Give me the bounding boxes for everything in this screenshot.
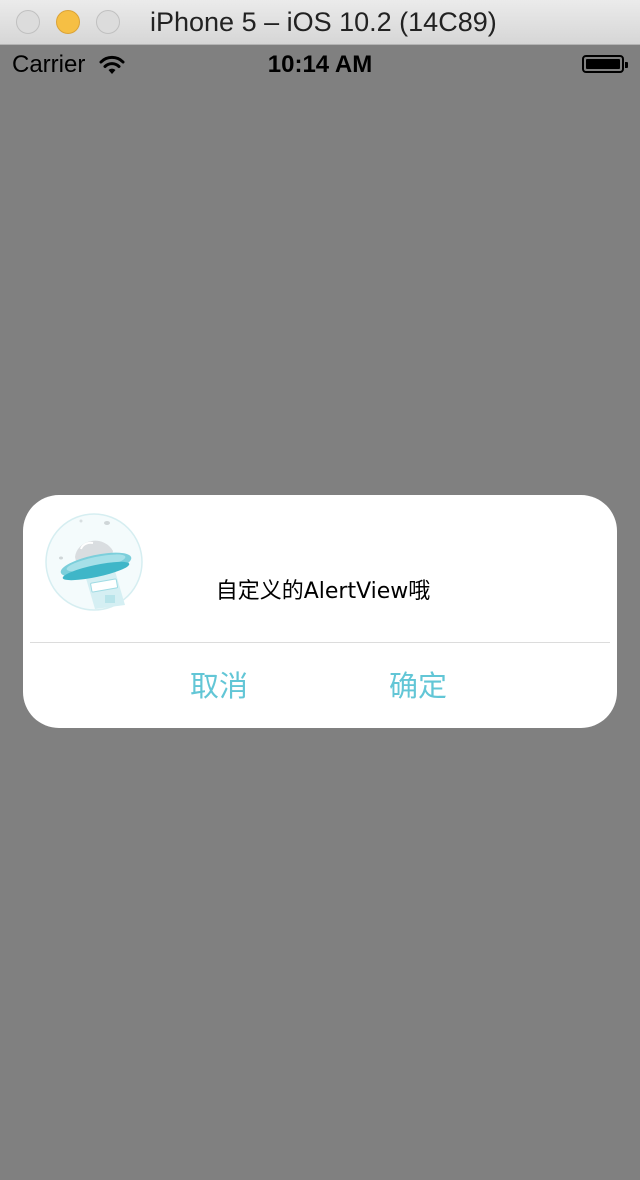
close-icon[interactable] [16,10,40,34]
ufo-illustration-icon [45,513,143,611]
window-title: iPhone 5 – iOS 10.2 (14C89) [150,7,497,37]
status-time: 10:14 AM [267,51,373,78]
zoom-icon[interactable] [96,10,120,34]
cancel-button[interactable]: 取消 [190,663,248,705]
battery-icon [582,55,628,73]
custom-alert-view: 自定义的AlertView哦 取消 确定 [23,495,617,728]
simulator-title-bar: iPhone 5 – iOS 10.2 (14C89) [0,0,640,45]
status-bar: Carrier 10:14 AM [0,45,640,85]
alert-message: 自定义的AlertView哦 [215,579,431,604]
minimize-icon[interactable] [56,10,80,34]
alert-divider [30,642,610,643]
confirm-button[interactable]: 确定 [389,663,447,705]
battery-fill [586,59,620,69]
